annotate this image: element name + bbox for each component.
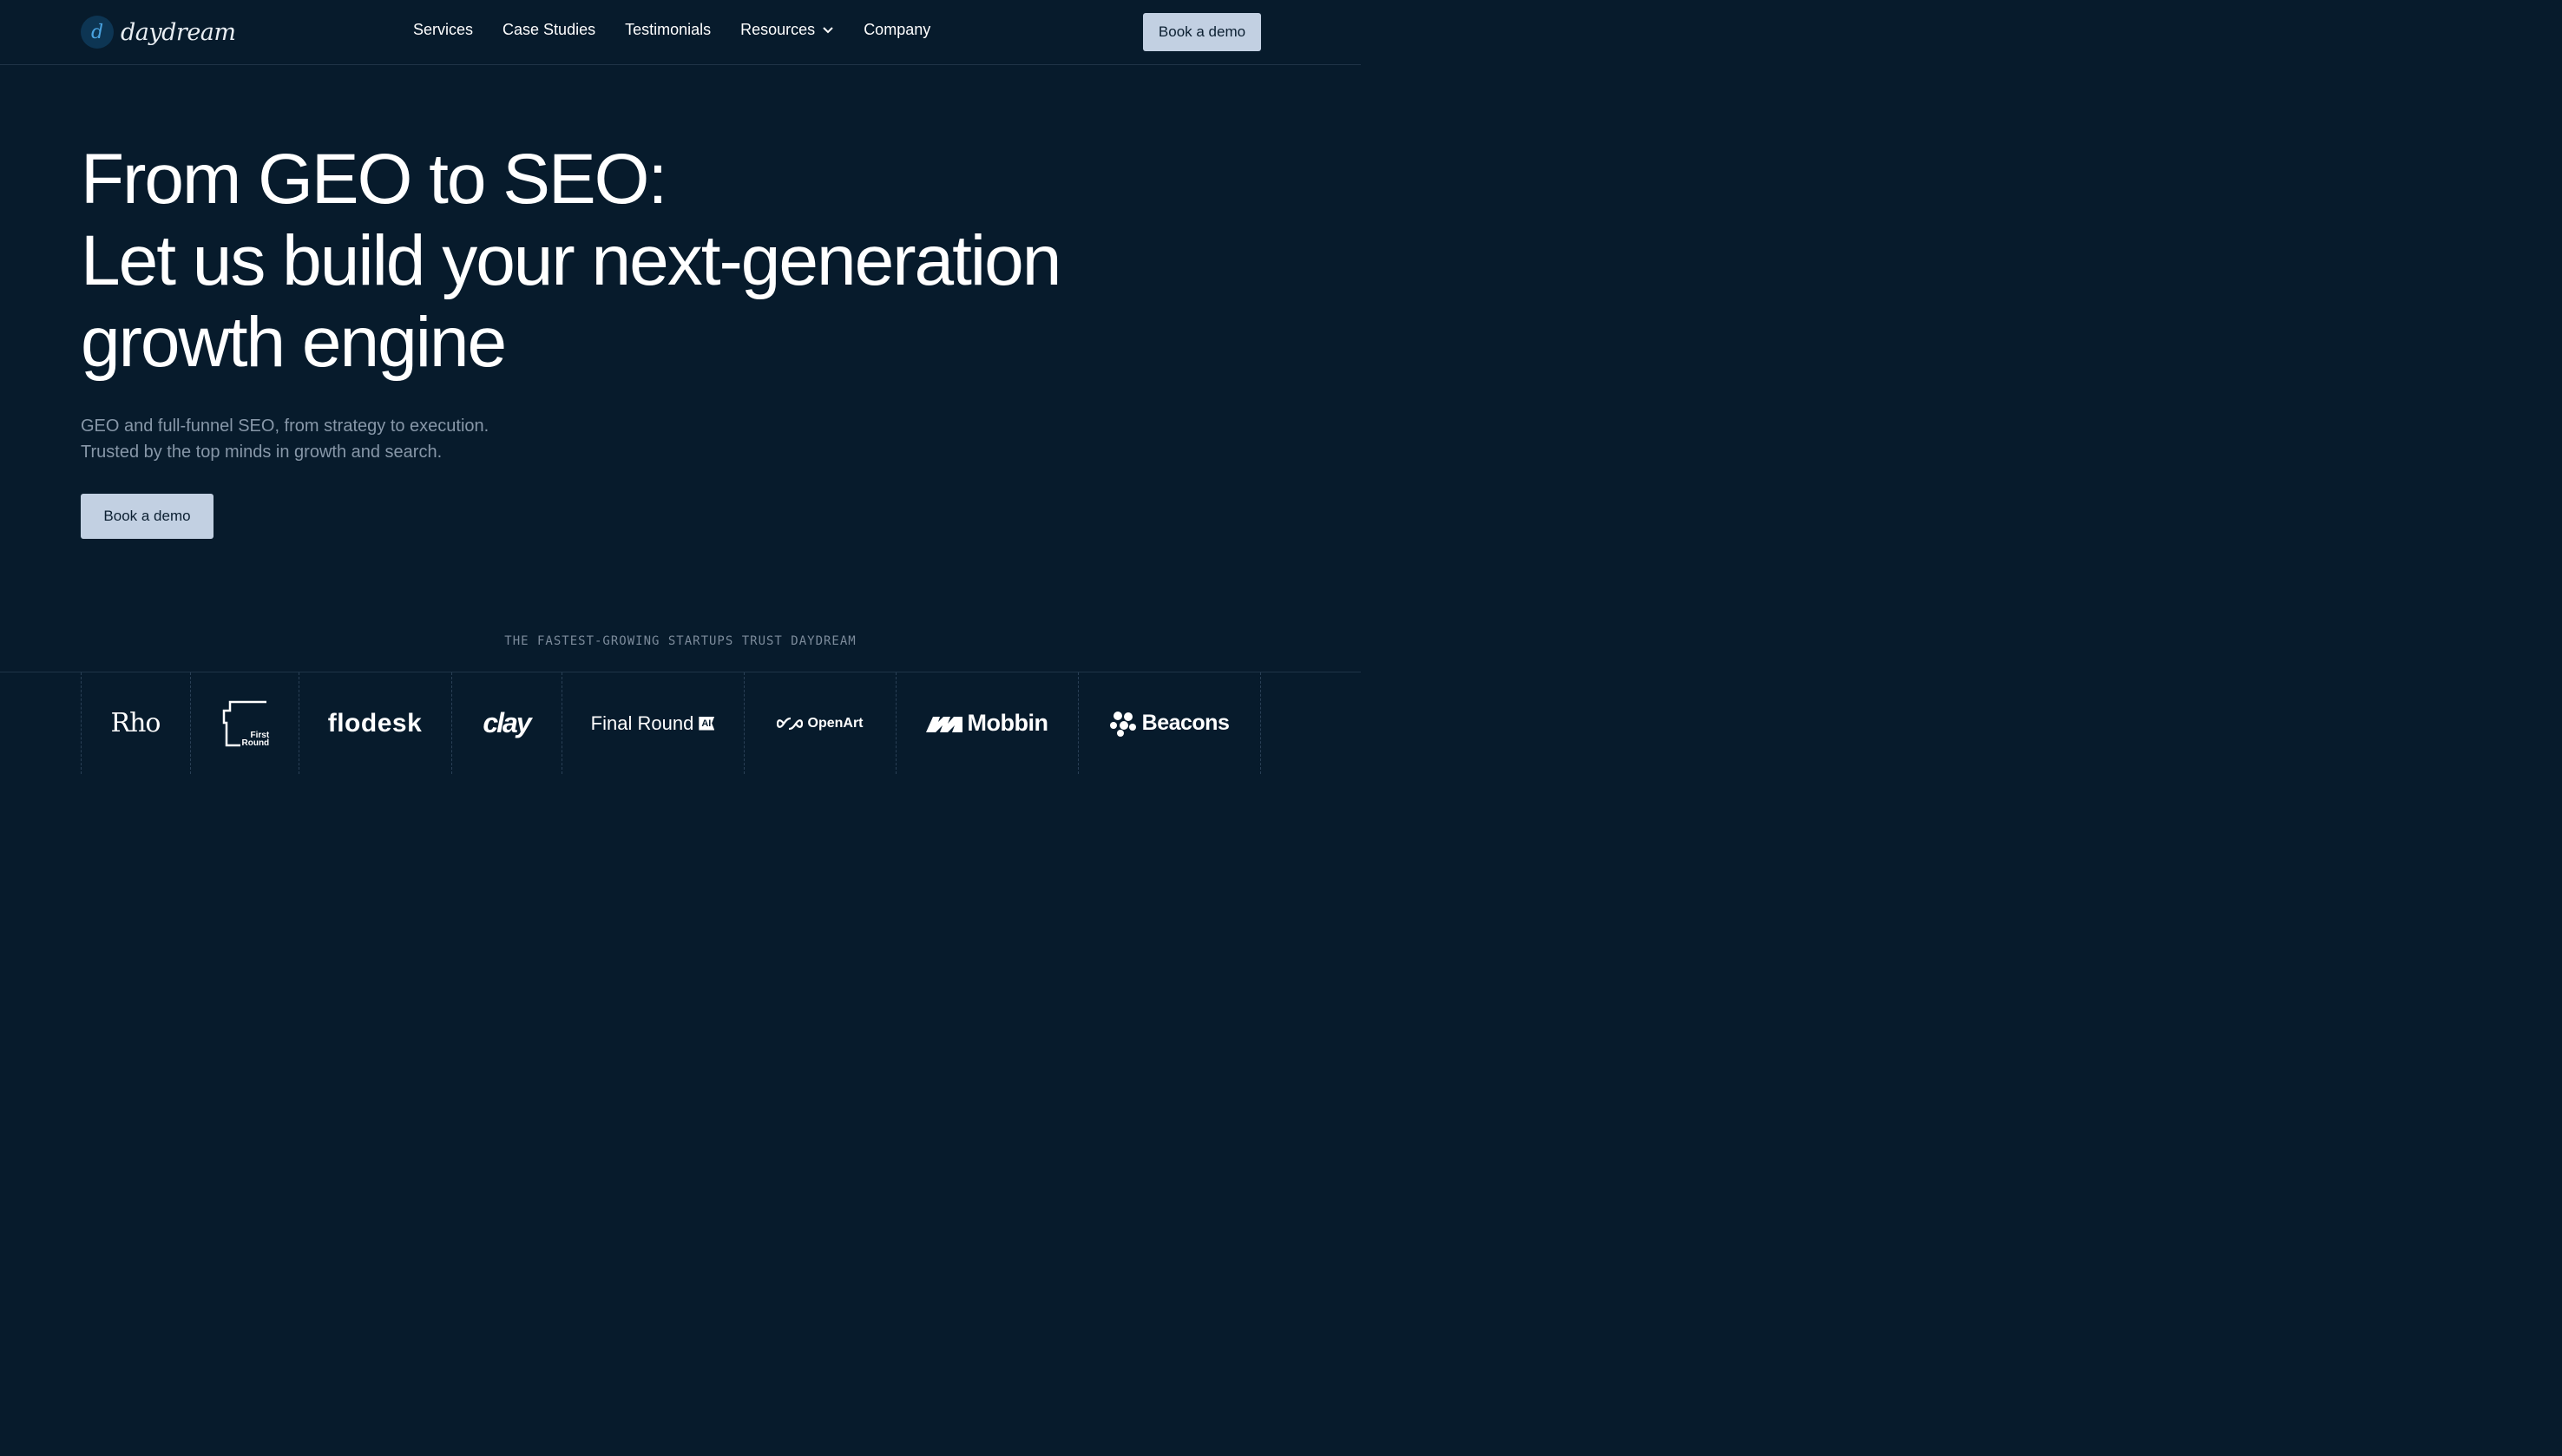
beacons-mark-icon	[1109, 711, 1136, 737]
logo-beacons: Beacons	[1078, 672, 1260, 774]
nav-item-services[interactable]: Services	[413, 21, 473, 39]
nav-book-demo-button[interactable]: Book a demo	[1143, 13, 1261, 51]
hero-book-demo-button[interactable]: Book a demo	[81, 494, 214, 539]
mobbin-wordmark: Mobbin	[967, 710, 1048, 736]
logo-divider	[1260, 672, 1261, 774]
hero-subtitle-line: Trusted by the top minds in growth and s…	[81, 443, 443, 462]
nav-item-resources[interactable]: Resources	[740, 21, 834, 39]
nav-links: Services Case Studies Testimonials Resou…	[413, 21, 960, 39]
chevron-down-icon	[823, 26, 833, 33]
logo-mark-icon: d	[81, 16, 114, 49]
nav-item-case-studies[interactable]: Case Studies	[503, 21, 595, 39]
hero-title-line: Let us build your next-generation	[81, 221, 1061, 300]
logo-openart: OpenArt	[744, 672, 896, 774]
mobbin-mark-icon	[925, 716, 962, 732]
nav-item-company[interactable]: Company	[864, 21, 930, 39]
logo-final-round: Final Round AI	[562, 672, 744, 774]
logo-mobbin: Mobbin	[896, 672, 1078, 774]
brand-logo[interactable]: d daydream	[81, 15, 236, 49]
first-round-mark: First Round	[221, 700, 270, 747]
first-round-wordmark: First Round	[242, 731, 270, 747]
customer-logos-band: Rho First Round flodesk clay Final Round…	[0, 672, 1361, 774]
infinity-icon	[776, 717, 803, 730]
hero-subtitle: GEO and full-funnel SEO, from strategy t…	[81, 413, 489, 465]
ai-badge-icon: AI	[699, 716, 715, 731]
beacons-wordmark: Beacons	[1141, 711, 1230, 735]
logo-clay: clay	[483, 707, 531, 738]
brand-name: daydream	[121, 18, 236, 46]
hero-title-line: growth engine	[81, 303, 507, 382]
first-round-line: Round	[241, 738, 270, 748]
logo-rho: Rho	[110, 708, 161, 738]
openart-wordmark: OpenArt	[807, 715, 864, 731]
hero-subtitle-line: GEO and full-funnel SEO, from strategy t…	[81, 416, 489, 436]
hero-title-line: From GEO to SEO:	[81, 140, 667, 219]
logo-first-round: First Round	[190, 672, 299, 774]
top-navigation: d daydream Services Case Studies Testimo…	[0, 0, 1361, 65]
nav-item-testimonials[interactable]: Testimonials	[625, 21, 711, 39]
hero-title: From GEO to SEO: Let us build your next-…	[81, 139, 1061, 384]
logo-flodesk: flodesk	[327, 708, 423, 738]
trust-label: THE FASTEST-GROWING STARTUPS TRUST DAYDR…	[504, 634, 857, 648]
nav-item-resources-label: Resources	[740, 21, 816, 38]
final-round-wordmark: Final Round	[590, 712, 694, 734]
